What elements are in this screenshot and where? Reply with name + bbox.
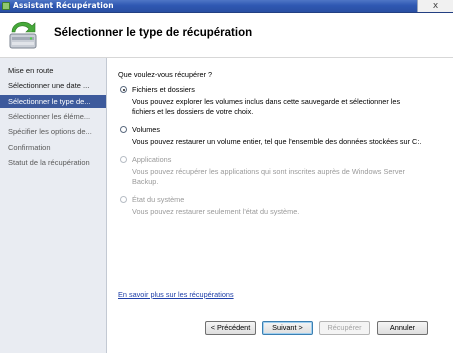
next-button[interactable]: Suivant > (262, 321, 313, 335)
option-applications-desc-2: Backup. (132, 177, 159, 186)
previous-button[interactable]: < Précédent (205, 321, 256, 335)
wizard-content: Que voulez-vous récupérer ? Fichiers et … (108, 58, 453, 353)
option-volumes-label[interactable]: Volumes (132, 125, 160, 134)
page-title: Sélectionner le type de récupération (54, 27, 253, 39)
option-files-folders-desc-2: fichiers et les dossiers de votre choix. (132, 107, 254, 116)
cancel-button[interactable]: Annuler (377, 321, 428, 335)
option-files-folders-desc-1: Vous pouvez explorer les volumes inclus … (132, 97, 401, 106)
radio-applications (120, 156, 127, 163)
close-button[interactable]: x (417, 0, 453, 12)
sidebar-step-select-items: Sélectionner les éléme... (8, 112, 91, 121)
app-icon (2, 2, 10, 10)
option-system-state-desc: Vous pouvez restaurer seulement l'état d… (132, 207, 300, 216)
sidebar-step-confirmation: Confirmation (8, 143, 51, 152)
radio-files-folders[interactable] (120, 86, 127, 93)
recover-button: Récupérer (319, 321, 370, 335)
sidebar-step-specify-options: Spécifier les options de... (8, 127, 92, 136)
option-applications-label: Applications (132, 155, 172, 164)
question-label: Que voulez-vous récupérer ? (118, 70, 213, 79)
window-title: Assistant Récupération (13, 1, 114, 10)
sidebar-step-select-type[interactable]: Sélectionner le type de... (0, 95, 106, 108)
window-titlebar[interactable]: Assistant Récupération x (0, 0, 453, 13)
wizard-header: Sélectionner le type de récupération (0, 13, 453, 58)
wizard-steps-sidebar: Mise en route Sélectionner une date ... … (0, 58, 107, 353)
option-files-folders-label[interactable]: Fichiers et dossiers (132, 85, 195, 94)
learn-more-link[interactable]: En savoir plus sur les récupérations (118, 290, 234, 299)
option-applications-desc-1: Vous pouvez récupérer les applications q… (132, 167, 405, 176)
option-volumes-desc: Vous pouvez restaurer un volume entier, … (132, 137, 422, 146)
radio-volumes[interactable] (120, 126, 127, 133)
radio-system-state (120, 196, 127, 203)
option-system-state-label: État du système (132, 195, 185, 204)
sidebar-step-select-date[interactable]: Sélectionner une date ... (0, 79, 106, 92)
backup-wizard-icon (9, 21, 37, 49)
sidebar-step-recovery-status: Statut de la récupération (8, 158, 90, 167)
sidebar-step-getting-started[interactable]: Mise en route (0, 64, 106, 77)
